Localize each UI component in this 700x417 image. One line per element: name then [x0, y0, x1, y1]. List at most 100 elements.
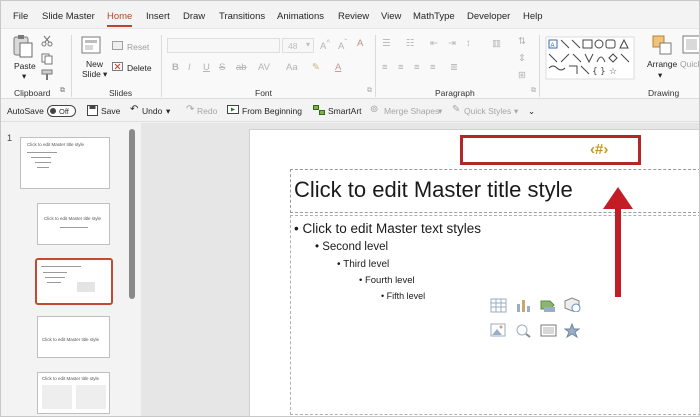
new-slide-icon[interactable] [81, 34, 103, 56]
merge-shapes-icon[interactable]: ⊚ [370, 104, 378, 115]
clipboard-launcher-icon[interactable]: ⧉ [60, 87, 65, 95]
quick-styles-dropdown-icon[interactable]: ▾ [514, 106, 518, 117]
insert-smartart-icon[interactable] [540, 298, 557, 313]
slide-number-field[interactable]: ‹#› [590, 141, 608, 158]
undo-icon[interactable]: ↶ [130, 104, 138, 115]
level-1-text[interactable]: Click to edit Master text styles [302, 221, 481, 236]
reset-button[interactable]: Reset [127, 42, 149, 52]
thumbnail-layout-5[interactable]: Click to edit Master title style [37, 372, 110, 414]
level-3-text[interactable]: Third level [343, 259, 389, 270]
justify-icon[interactable]: ≡ [430, 62, 436, 73]
new-slide-label-2[interactable]: Slide [82, 69, 101, 79]
columns-icon[interactable]: ▥ [492, 38, 501, 49]
tab-insert[interactable]: Insert [146, 11, 170, 22]
tab-developer[interactable]: Developer [467, 11, 510, 22]
grow-font-icon[interactable]: A^ [320, 38, 330, 52]
thumbnail-master[interactable]: Click to edit Master title style [20, 137, 110, 189]
increase-indent-icon[interactable]: ⇥ [448, 38, 456, 49]
bullets-icon[interactable]: ☰ [382, 38, 391, 49]
text-direction-icon[interactable]: ⇅ [518, 36, 526, 47]
paste-icon[interactable] [12, 33, 34, 59]
shrink-font-icon[interactable]: Aˇ [338, 38, 347, 52]
tab-view[interactable]: View [381, 11, 401, 22]
undo-dropdown-icon[interactable]: ▾ [166, 106, 170, 117]
insert-picture-icon[interactable] [490, 323, 507, 338]
font-name-box[interactable] [167, 38, 280, 53]
from-beginning-button[interactable]: From Beginning [242, 106, 302, 116]
arrange-button[interactable]: Arrange [647, 59, 677, 69]
strikethrough-icon[interactable]: ab [236, 62, 247, 73]
smartart-icon[interactable] [313, 105, 325, 116]
save-button[interactable]: Save [101, 106, 120, 116]
align-left-icon[interactable]: ≡ [382, 62, 388, 73]
thumbnail-layout-4[interactable]: Click to edit Master title style [37, 316, 110, 358]
distributed-icon[interactable]: ≣ [450, 62, 458, 73]
save-icon[interactable] [87, 105, 98, 116]
paragraph-launcher-icon[interactable]: ⧉ [531, 87, 536, 95]
insert-video-icon[interactable] [540, 323, 557, 338]
numbering-icon[interactable]: ☷ [406, 38, 415, 49]
tab-file[interactable]: File [13, 11, 28, 22]
align-text-icon[interactable]: ⇕ [518, 53, 526, 64]
change-case-icon[interactable]: Aa [286, 62, 298, 73]
decrease-indent-icon[interactable]: ⇤ [430, 38, 438, 49]
tab-transitions[interactable]: Transitions [219, 11, 265, 22]
merge-shapes-button[interactable]: Merge Shapes [384, 106, 439, 116]
paste-button[interactable]: Paste [14, 61, 36, 71]
tab-draw[interactable]: Draw [183, 11, 205, 22]
insert-online-picture-icon[interactable] [515, 323, 532, 338]
copy-icon[interactable] [41, 53, 53, 65]
customize-toolbar-icon[interactable]: ⌄ [528, 106, 535, 117]
insert-3d-model-icon[interactable] [564, 297, 581, 312]
smartart-convert-icon[interactable]: ⊞ [518, 70, 526, 81]
quick-styles-button[interactable]: Quick Styles [680, 59, 699, 69]
shapes-gallery[interactable]: A { } ☆ [545, 36, 637, 80]
tab-help[interactable]: Help [523, 11, 543, 22]
font-size-box[interactable]: 48 ▾ [282, 38, 314, 53]
tab-slide-master[interactable]: Slide Master [42, 11, 95, 22]
new-slide-dropdown-icon[interactable]: ▾ [103, 69, 107, 80]
merge-shapes-dropdown-icon[interactable]: ▾ [438, 106, 442, 117]
italic-icon[interactable]: I [188, 62, 191, 73]
character-spacing-icon[interactable]: AV [258, 62, 270, 73]
cut-icon[interactable] [41, 35, 53, 47]
reset-icon[interactable] [112, 41, 124, 51]
insert-icons-icon[interactable] [564, 323, 581, 338]
delete-button[interactable]: Delete [127, 63, 152, 73]
level-5-text[interactable]: Fifth level [387, 291, 426, 301]
smartart-button[interactable]: SmartArt [328, 106, 362, 116]
level-2-text[interactable]: Second level [322, 241, 388, 253]
undo-button[interactable]: Undo [142, 106, 162, 116]
clear-formatting-icon[interactable]: A [357, 38, 363, 49]
quick-styles-icon[interactable] [682, 35, 700, 55]
align-center-icon[interactable]: ≡ [398, 62, 404, 73]
delete-icon[interactable] [112, 62, 124, 72]
underline-icon[interactable]: U [203, 62, 210, 73]
tab-animations[interactable]: Animations [277, 11, 324, 22]
insert-chart-icon[interactable] [515, 298, 532, 313]
format-painter-icon[interactable] [41, 69, 54, 81]
level-4-text[interactable]: Fourth level [365, 275, 415, 286]
title-placeholder-text[interactable]: Click to edit Master title style [294, 177, 573, 203]
align-right-icon[interactable]: ≡ [414, 62, 420, 73]
paste-dropdown-icon[interactable]: ▾ [22, 71, 26, 82]
insert-table-icon[interactable] [490, 298, 507, 313]
tab-mathtype[interactable]: MathType [413, 11, 455, 22]
font-launcher-icon[interactable]: ⧉ [367, 87, 372, 95]
arrange-dropdown-icon[interactable]: ▾ [658, 70, 662, 81]
redo-icon[interactable]: ↷ [186, 104, 194, 115]
autosave-toggle[interactable]: Off [47, 105, 76, 117]
slide-number-placeholder[interactable] [460, 135, 641, 165]
tab-review[interactable]: Review [338, 11, 369, 22]
new-slide-label-1[interactable]: New [86, 59, 103, 69]
thumbnail-scrollbar[interactable] [129, 129, 135, 299]
bold-icon[interactable]: B [172, 62, 179, 73]
line-spacing-icon[interactable]: ↕ [466, 38, 471, 49]
highlight-color-icon[interactable]: ✎ [312, 62, 320, 73]
arrange-icon[interactable] [652, 35, 674, 55]
quick-styles-qat-button[interactable]: Quick Styles [464, 106, 511, 116]
thumbnail-layout-2[interactable]: Click to edit Master title style [37, 203, 110, 245]
tab-home[interactable]: Home [107, 11, 132, 22]
font-color-icon[interactable]: A [335, 62, 341, 73]
slideshow-icon[interactable] [227, 105, 239, 116]
